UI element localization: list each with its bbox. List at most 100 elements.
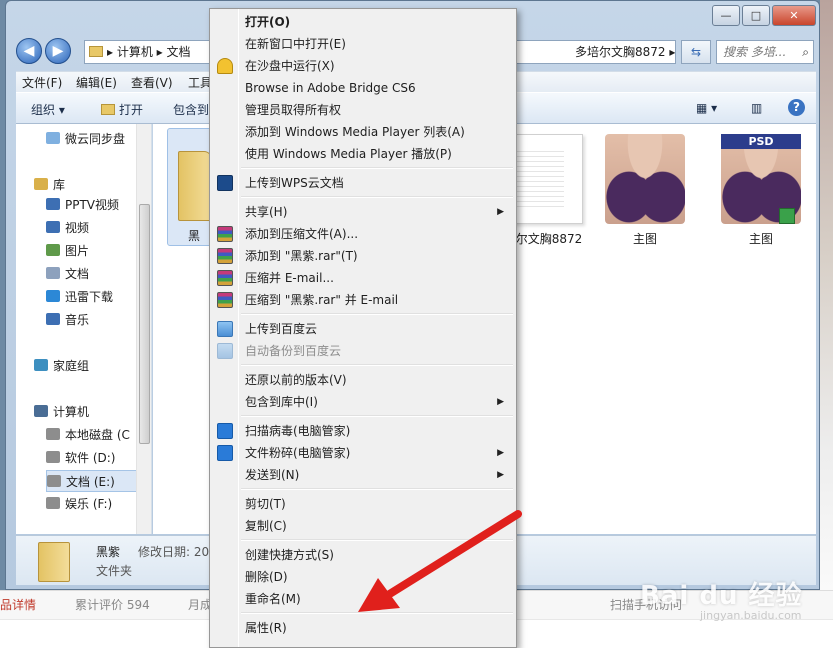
- context-menu-label: 共享(H): [245, 205, 288, 219]
- context-menu-item[interactable]: 共享(H) ▶: [212, 201, 514, 223]
- context-menu-item[interactable]: 文件粉碎(电脑管家) ▶: [212, 442, 514, 464]
- nav-item-label: PPTV视频: [65, 198, 120, 212]
- search-input[interactable]: 搜索 多培... ⌕: [716, 40, 814, 64]
- context-menu-item[interactable]: 上传到百度云: [212, 318, 514, 340]
- address-path: ▸ 计算机 ▸ 文档: [107, 45, 191, 59]
- address-tail: 多培尔文胸8872 ▸: [505, 41, 675, 63]
- nav-item-icon: [46, 132, 60, 144]
- nav-scrollbar[interactable]: [136, 124, 151, 534]
- context-menu-item[interactable]: 添加到 "黑紫.rar"(T): [212, 245, 514, 267]
- bg-text: 品详情: [0, 598, 37, 612]
- context-menu-label: 打开(O): [245, 15, 291, 29]
- context-menu-item[interactable]: Browse in Adobe Bridge CS6: [212, 77, 514, 99]
- context-menu-item[interactable]: 使用 Windows Media Player 播放(P): [212, 143, 514, 165]
- red-arrow-annotation: [358, 510, 522, 612]
- nav-item-icon: [46, 497, 60, 509]
- nav-item-icon: [34, 359, 48, 371]
- context-menu-label: 文件粉碎(电脑管家): [245, 446, 351, 460]
- context-menu-item[interactable]: 打开(O): [212, 11, 514, 33]
- context-menu-item[interactable]: 上传到WPS云文档: [212, 172, 514, 194]
- nav-item[interactable]: 家庭组: [34, 355, 151, 377]
- context-menu-label: 上传到WPS云文档: [245, 176, 344, 190]
- search-icon: ⌕: [802, 45, 809, 59]
- context-menu-item[interactable]: 还原以前的版本(V): [212, 369, 514, 391]
- menu-separator: [241, 196, 513, 198]
- nav-item-icon: [46, 244, 60, 256]
- document-lines: [510, 147, 564, 211]
- context-menu-label: 创建快捷方式(S): [245, 548, 334, 562]
- context-menu-label: 属性(R): [245, 621, 287, 635]
- back-button[interactable]: ◀: [16, 38, 42, 64]
- submenu-arrow-icon: ▶: [497, 397, 504, 407]
- context-menu-label: 还原以前的版本(V): [245, 373, 347, 387]
- context-menu-item[interactable]: 包含到库中(I) ▶: [212, 391, 514, 413]
- context-menu-label: 添加到 Windows Media Player 列表(A): [245, 125, 465, 139]
- nav-item-icon: [46, 428, 60, 440]
- nav-item-label: 家庭组: [53, 359, 90, 373]
- organize-button[interactable]: 组织 ▾: [31, 101, 65, 118]
- context-menu-item: 自动备份到百度云: [212, 340, 514, 362]
- context-menu-item[interactable]: 添加到 Windows Media Player 列表(A): [212, 121, 514, 143]
- file-name: 主图: [632, 232, 657, 246]
- psd-badge: PSD: [721, 134, 801, 149]
- folder-icon: [89, 46, 103, 57]
- context-menu-item[interactable]: 扫描病毒(电脑管家): [212, 420, 514, 442]
- context-menu-item[interactable]: 在沙盘中运行(X): [212, 55, 514, 77]
- image-viewer-icon: [779, 208, 795, 224]
- menu-separator: [241, 415, 513, 417]
- maximize-button[interactable]: □: [742, 5, 770, 26]
- forward-button[interactable]: ▶: [45, 38, 71, 64]
- folder-icon: [178, 151, 212, 221]
- image-thumbnail[interactable]: [605, 134, 685, 224]
- minimize-button[interactable]: —: [712, 5, 740, 26]
- nav-item-label: 文档: [65, 267, 90, 281]
- include-in-library-button[interactable]: 包含到: [173, 101, 209, 118]
- submenu-arrow-icon: ▶: [497, 207, 504, 217]
- nav-item-icon: [46, 313, 60, 325]
- menu-edit[interactable]: 编辑(E): [76, 74, 117, 91]
- refresh-icon: ⇆: [690, 45, 702, 59]
- menu-file[interactable]: 文件(F): [22, 74, 62, 91]
- nav-item[interactable]: 计算机: [34, 401, 151, 423]
- context-menu-item[interactable]: 压缩并 E-mail...: [212, 267, 514, 289]
- menu-view[interactable]: 查看(V): [131, 74, 173, 91]
- context-menu-item[interactable]: 发送到(N) ▶: [212, 464, 514, 486]
- help-icon[interactable]: ?: [788, 99, 805, 116]
- winrar-icon: [217, 270, 233, 286]
- nav-item[interactable]: 库: [34, 174, 151, 196]
- context-menu-item[interactable]: 管理员取得所有权: [212, 99, 514, 121]
- refresh-button[interactable]: ⇆: [681, 40, 711, 64]
- shield-icon: [217, 445, 233, 461]
- file-name: 主图: [748, 232, 773, 246]
- open-button[interactable]: 打开: [101, 101, 143, 118]
- context-menu-item[interactable]: 添加到压缩文件(A)...: [212, 223, 514, 245]
- nav-item-icon: [46, 267, 60, 279]
- view-options-icon[interactable]: ▦ ▾: [696, 101, 717, 115]
- context-menu-label: 添加到压缩文件(A)...: [245, 227, 359, 241]
- nav-item-label: 迅雷下载: [65, 290, 114, 304]
- nav-item-icon: [34, 178, 48, 190]
- context-menu-label: 剪切(T): [245, 497, 286, 511]
- nav-item-icon: [46, 290, 60, 302]
- nav-item-label: 软件 (D:): [65, 451, 116, 465]
- menu-separator: [241, 364, 513, 366]
- winrar-icon: [217, 226, 233, 242]
- context-menu-label: 在新窗口中打开(E): [245, 37, 346, 51]
- context-menu-item[interactable]: 压缩到 "黑紫.rar" 并 E-mail: [212, 289, 514, 311]
- background-page-edge: [820, 0, 833, 648]
- nav-item-label: 娱乐 (F:): [65, 497, 113, 511]
- details-type: 文件夹: [96, 564, 133, 578]
- context-menu-label: 使用 Windows Media Player 播放(P): [245, 147, 452, 161]
- folder-icon: [38, 542, 70, 582]
- nav-item-label: 视频: [65, 221, 90, 235]
- context-menu-label: 管理员取得所有权: [245, 103, 342, 117]
- preview-pane-icon[interactable]: ▥: [751, 101, 762, 115]
- context-menu-label: 删除(D): [245, 570, 288, 584]
- context-menu-item[interactable]: 在新窗口中打开(E): [212, 33, 514, 55]
- close-button[interactable]: ✕: [772, 5, 816, 26]
- shield-icon: [217, 423, 233, 439]
- context-menu-item[interactable]: 属性(R): [212, 617, 514, 639]
- context-menu-label: 压缩并 E-mail...: [245, 271, 334, 285]
- submenu-arrow-icon: ▶: [497, 448, 504, 458]
- nav-item-label: 文档 (E:): [66, 475, 115, 489]
